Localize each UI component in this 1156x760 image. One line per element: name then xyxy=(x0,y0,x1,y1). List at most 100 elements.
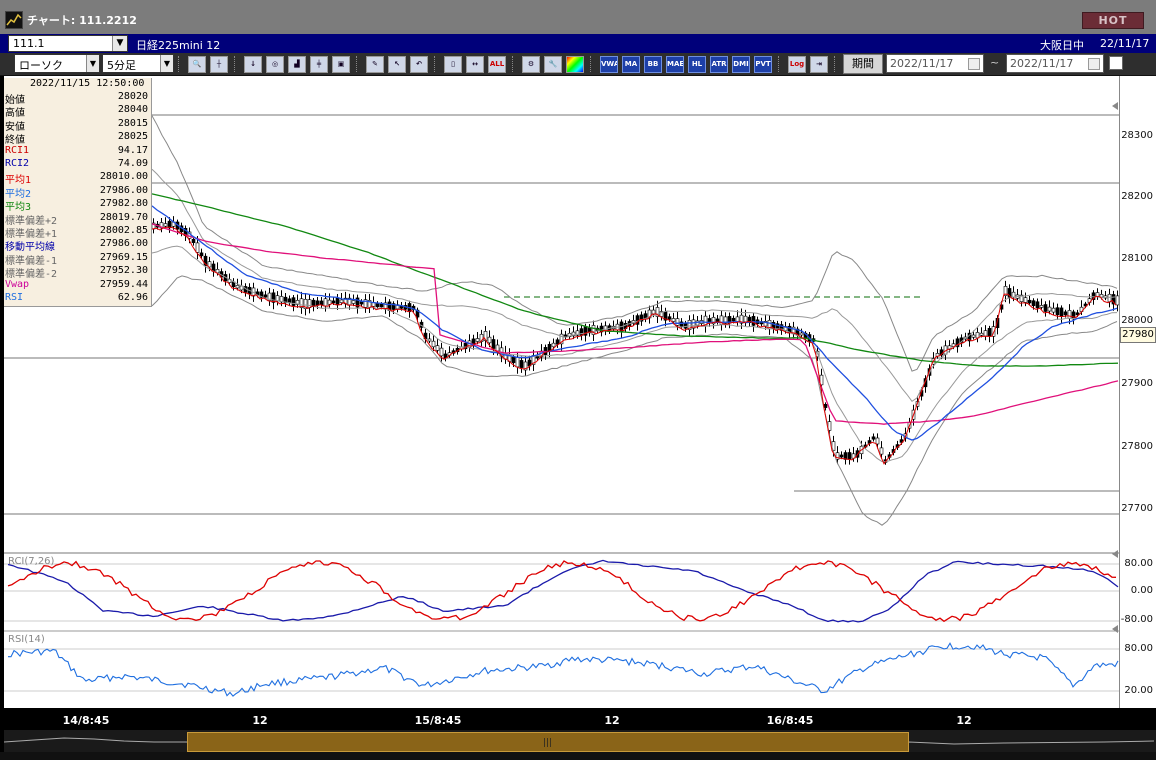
chevron-down-icon[interactable]: ▼ xyxy=(160,55,173,72)
chevron-down-icon[interactable]: ▼ xyxy=(112,36,127,51)
candle xyxy=(1067,310,1072,319)
candle xyxy=(1039,305,1044,308)
rsi-pane-label: RSI(14) xyxy=(8,634,45,645)
info-value: 94.17 xyxy=(117,144,148,156)
price-tick-label: 28200 xyxy=(1121,191,1153,202)
time-axis: 14/8:45 12 15/8:45 12 16/8:45 12 xyxy=(4,708,1119,730)
status-strip xyxy=(0,752,1156,760)
info-row: 安値 28015 xyxy=(4,118,151,133)
candle xyxy=(983,330,988,337)
candle xyxy=(879,447,884,455)
price-axis[interactable]: 28300 28200 28100 28000 27900 27800 2770… xyxy=(1119,76,1156,708)
wrench-icon[interactable]: 🔧 xyxy=(544,56,562,73)
chart-icon[interactable]: ▟ xyxy=(288,56,306,73)
chart-canvas[interactable] xyxy=(4,76,1120,708)
info-label: RCI2 xyxy=(5,158,30,169)
period-checkbox[interactable] xyxy=(1109,56,1123,70)
symbol-code: 111.1 xyxy=(13,37,45,50)
info-label: RCI1 xyxy=(5,144,30,156)
time-tick-label: 12 xyxy=(956,714,972,727)
candle xyxy=(519,360,524,368)
chart-type-select[interactable]: ローソク ▼ xyxy=(14,54,100,73)
mae-button[interactable]: MAE xyxy=(666,56,684,73)
info-value: 74.09 xyxy=(117,158,148,169)
pencil-icon[interactable]: ✎ xyxy=(366,56,384,73)
navigator-thumb[interactable]: ||| xyxy=(187,732,909,752)
symbol-select[interactable]: 111.1 ▼ xyxy=(8,35,128,52)
info-value: 28019.70 xyxy=(99,211,148,223)
info-row: RCI1 94.17 xyxy=(4,145,151,158)
interval-select[interactable]: 5分足 ▼ xyxy=(102,54,174,73)
info-row: 始値 28020 xyxy=(4,91,151,106)
info-value: 27982.80 xyxy=(99,198,148,210)
price-tick-label: 27700 xyxy=(1121,503,1153,514)
candle xyxy=(875,437,880,445)
atr-button[interactable]: ATR xyxy=(710,56,728,73)
candle xyxy=(1031,300,1036,307)
chart-plot-area[interactable]: RCI(7,26) RSI(14) xyxy=(4,76,1120,708)
zoom-icon[interactable]: 🔍 xyxy=(188,56,206,73)
time-tick-label: 12 xyxy=(252,714,268,727)
toolbar-separator xyxy=(512,56,515,72)
chevron-down-icon[interactable]: ▼ xyxy=(86,55,99,72)
dmi-button[interactable]: DMI xyxy=(732,56,750,73)
date-to-field[interactable]: 2022/11/17 xyxy=(1006,54,1104,73)
info-value: 27986.00 xyxy=(99,238,148,250)
crosshair-icon[interactable]: ┼ xyxy=(210,56,228,73)
color-palette-icon[interactable] xyxy=(566,56,584,73)
candle xyxy=(379,303,384,308)
market-date: 22/11/17 xyxy=(1100,37,1150,50)
candle-icon[interactable]: ╪ xyxy=(310,56,328,73)
candle xyxy=(551,342,556,348)
period-button[interactable]: 期間 xyxy=(843,54,883,74)
window-title: チャート: 111.2212 xyxy=(27,14,137,27)
bar-width-icon[interactable]: ▯ xyxy=(444,56,462,73)
bb-button[interactable]: BB xyxy=(644,56,662,73)
calendar-icon[interactable] xyxy=(1088,58,1100,70)
symbol-name: 日経225mini 12 xyxy=(136,39,221,52)
time-tick-label: 12 xyxy=(604,714,620,727)
search-chart-icon[interactable]: ◎ xyxy=(266,56,284,73)
toolbar-separator xyxy=(778,56,781,72)
vwap-button[interactable]: VWAP xyxy=(600,56,618,73)
lock-icon[interactable]: ▣ xyxy=(332,56,350,73)
toolbar-separator xyxy=(356,56,359,72)
calendar-icon[interactable] xyxy=(968,58,980,70)
candle xyxy=(1047,306,1052,312)
expand-icon[interactable]: ↔ xyxy=(466,56,484,73)
bollinger-lower-2 xyxy=(151,275,1118,526)
candle xyxy=(971,334,976,338)
pvt-button[interactable]: PVT xyxy=(754,56,772,73)
candle xyxy=(847,452,852,460)
hl-button[interactable]: HL xyxy=(688,56,706,73)
candle xyxy=(1023,297,1028,303)
candle xyxy=(199,252,204,257)
date-from-field[interactable]: 2022/11/17 xyxy=(886,54,984,73)
info-row: 標準偏差+1 28002.85 xyxy=(4,225,151,240)
info-row: 標準偏差-1 27969.15 xyxy=(4,252,151,267)
scroll-marker-icon xyxy=(1112,550,1118,558)
symbol-bar: 111.1 ▼ 日経225mini 12 大阪日中 22/11/17 xyxy=(0,34,1156,54)
ma-button[interactable]: MA xyxy=(622,56,640,73)
chart-navigator[interactable]: ||| xyxy=(4,730,1156,752)
window-title-bar[interactable]: チャート: 111.2212 HOT xyxy=(0,0,1156,35)
download-icon[interactable]: ↓ xyxy=(244,56,262,73)
candle xyxy=(731,317,736,322)
drag-handle-icon[interactable]: ||| xyxy=(543,738,552,748)
hot-button[interactable]: HOT xyxy=(1082,12,1144,29)
price-tick-label: 27900 xyxy=(1121,378,1153,389)
toolbar-separator xyxy=(590,56,593,72)
settings-icon[interactable]: ⚙ xyxy=(522,56,540,73)
undo-icon[interactable]: ↶ xyxy=(410,56,428,73)
exit-icon[interactable]: ⇥ xyxy=(810,56,828,73)
price-tick-label: 28100 xyxy=(1121,253,1153,264)
rci-level-label: 0.00 xyxy=(1130,585,1153,596)
all-button[interactable]: ALL xyxy=(488,56,506,73)
info-value: 27959.44 xyxy=(99,278,148,290)
candle xyxy=(331,300,336,304)
info-row: 標準偏差-2 27952.30 xyxy=(4,265,151,280)
log-button[interactable]: Log xyxy=(788,56,806,73)
candle xyxy=(743,315,748,323)
cursor-icon[interactable]: ↖ xyxy=(388,56,406,73)
candle xyxy=(491,339,496,349)
